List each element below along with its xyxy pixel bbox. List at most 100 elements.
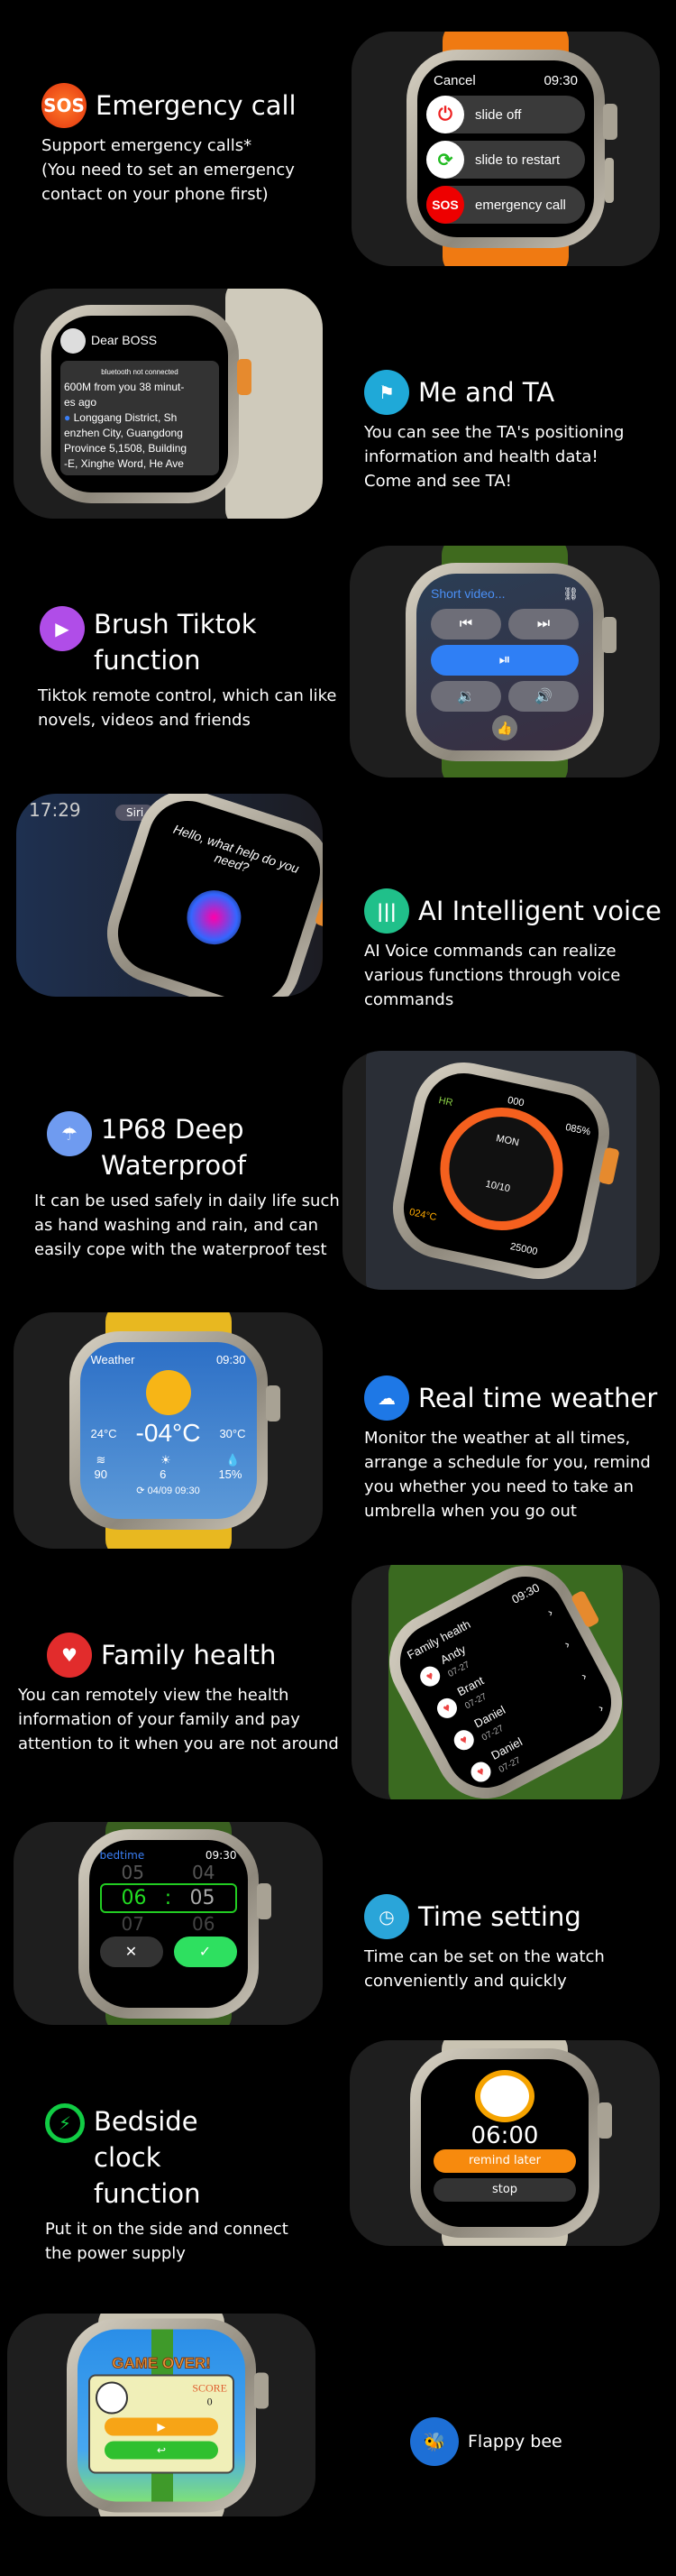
feature-text: conveniently and quickly <box>364 1972 567 1991</box>
clock: 09:30 <box>215 1353 246 1366</box>
previous-button[interactable]: ⏮ <box>431 608 501 639</box>
phone-time: 17:29 <box>29 799 81 821</box>
contact-name: Dear BOSS <box>91 333 158 347</box>
feature-text: information of your family and pay <box>18 1710 300 1729</box>
screen-title: Weather <box>90 1353 135 1366</box>
cancel-button[interactable]: ✕ <box>99 1936 163 1967</box>
feature-title: Emergency call <box>96 90 297 121</box>
location-pin-icon: ● <box>64 410 71 424</box>
feature-text: various functions through voice <box>364 966 621 985</box>
sos-icon: SOS <box>41 83 87 128</box>
humidity-icon: 💧 <box>225 1453 241 1467</box>
play-button[interactable]: ▶ <box>105 2417 218 2435</box>
voice-wave-icon: ||| <box>364 888 409 934</box>
updated-time: 04/09 09:30 <box>147 1486 200 1496</box>
feature-text: as hand washing and rain, and can <box>34 1216 319 1235</box>
watch-card-sos: Cancel 09:30 ⏻ slide off ⟳ slide to restart… <box>352 32 660 266</box>
watch-card-weather: Weather 09:30 24°C -04°C 30°C ≋ ☀ 💧 90 6 15% ⟳ … <box>14 1312 323 1549</box>
stop-button[interactable]: stop <box>434 2178 576 2202</box>
feature-text: you whether you need to take an <box>364 1477 635 1496</box>
location-line: -E, Xinghe Word, He Ave <box>64 456 184 470</box>
feature-text: Monitor the weather at all times, <box>364 1429 631 1448</box>
play-pause-button[interactable]: ⏯ <box>431 644 579 676</box>
game-over-title: GAME OVER! <box>112 2354 212 2372</box>
chevron-right-icon: › <box>596 1700 606 1715</box>
feature-text: the power supply <box>45 2244 186 2263</box>
feature-text: arrange a schedule for you, remind <box>364 1453 651 1472</box>
screen-title: bedtime <box>99 1848 145 1862</box>
feature-title: Real time weather <box>418 1383 658 1413</box>
feature-text: Come and see TA! <box>364 472 512 491</box>
siri-orb-icon <box>179 883 249 952</box>
minute-selected[interactable]: 05 <box>189 1887 215 1909</box>
uv-icon: ☀ <box>160 1453 171 1467</box>
bee-icon: 🐝 <box>410 2417 459 2466</box>
feature-title: Family health <box>101 1640 277 1670</box>
feature-text: attention to it when you are not around <box>18 1734 339 1753</box>
cancel-button[interactable]: Cancel <box>434 73 476 88</box>
voice-prompt: Hello, what help do you need? <box>171 821 301 877</box>
score-label: SCORE <box>192 2381 227 2394</box>
remind-later-button[interactable]: remind later <box>434 2149 576 2173</box>
hr-label: HR <box>437 1094 454 1109</box>
next-button[interactable]: ⏭ <box>508 608 579 639</box>
feature-text: easily cope with the waterproof test <box>34 1240 327 1259</box>
percent: 085% <box>564 1121 592 1138</box>
heart-icon: ♥ <box>47 1633 92 1678</box>
emergency-call-slider[interactable]: SOS emergency call <box>426 186 585 224</box>
clock: 09:30 <box>205 1848 237 1862</box>
feature-title: Bedside clock function <box>94 2106 201 2209</box>
chevron-right-icon: › <box>562 1637 572 1651</box>
location-line: Province 5,1508, Building <box>64 441 187 455</box>
feature-text: Support emergency calls* <box>41 136 252 155</box>
hour-selected[interactable]: 06 <box>122 1887 147 1909</box>
location-line: es ago <box>64 395 97 409</box>
weekday: MON <box>495 1132 520 1148</box>
heart-icon: ♥ <box>450 1726 478 1754</box>
minute-option: 04 <box>192 1861 215 1883</box>
feature-title: AI Intelligent voice <box>418 896 662 926</box>
watch-card-waterproof: 000 MON 10/10 HR 085% 024°C 25000 <box>343 1051 660 1290</box>
current-temp: -04°C <box>135 1419 201 1447</box>
watch-card-time-setting: bedtime 09:30 05 04 06:05 07 06 ✕ ✓ <box>14 1822 323 2025</box>
date: 10/10 <box>484 1178 511 1194</box>
feature-title: Brush Tiktok function <box>94 609 257 676</box>
alarm-time: 06:00 <box>470 2122 539 2149</box>
feature-text: You can remotely view the health <box>18 1686 289 1705</box>
hour-option: 05 <box>121 1861 144 1883</box>
like-button[interactable]: 👍 <box>492 714 517 741</box>
section-me-and-ta: ⚑ Me and TA You can see the TA's position… <box>364 370 624 493</box>
time-picker[interactable]: 06:05 <box>99 1882 237 1913</box>
sos-icon: SOS <box>426 186 464 224</box>
restart-icon: ⟳ <box>426 141 464 179</box>
watch-card-alarm: 06:00 remind later stop <box>350 2040 660 2246</box>
wind-value: 90 <box>94 1467 107 1481</box>
map-flag-icon: ⚑ <box>364 370 409 415</box>
toast: bluetooth not connected <box>101 367 178 376</box>
volume-down-button[interactable]: 🔉 <box>431 680 501 712</box>
app-label: Flappy bee <box>468 2432 562 2452</box>
section-time-setting: ◷ Time setting Time can be set on the wat… <box>364 1894 605 1993</box>
section-emergency-call: SOS Emergency call Support emergency call… <box>41 83 297 207</box>
steps: 25000 <box>508 1240 539 1257</box>
feature-text: contact on your phone first) <box>41 185 269 204</box>
back-button[interactable]: ↩ <box>105 2441 218 2459</box>
slide-off[interactable]: ⏻ slide off <box>426 96 585 133</box>
clock: 09:30 <box>544 73 578 88</box>
confirm-button[interactable]: ✓ <box>173 1936 237 1967</box>
clock-settings-icon: ◷ <box>364 1894 409 1939</box>
weather-cloud-icon: ☁ <box>364 1375 409 1421</box>
bee-icon <box>96 2381 128 2414</box>
volume-up-button[interactable]: 🔊 <box>508 680 579 712</box>
feature-text: Put it on the side and connect <box>45 2220 288 2239</box>
location-line: enzhen City, Guangdong <box>64 426 183 439</box>
hour-option: 07 <box>121 1912 144 1935</box>
heart-icon: ♥ <box>434 1695 461 1722</box>
feature-text: AI Voice commands can realize <box>364 942 617 961</box>
watch-card-voice: 17:29 Siri Hello, what help do you need? <box>16 794 323 997</box>
slide-to-restart[interactable]: ⟳ slide to restart <box>426 141 585 179</box>
feature-text: umbrella when you go out <box>364 1502 577 1521</box>
score-value: 0 <box>206 2395 213 2407</box>
heart-icon: ♥ <box>467 1758 495 1786</box>
feature-title: 1P68 Deep Waterproof <box>101 1114 247 1181</box>
